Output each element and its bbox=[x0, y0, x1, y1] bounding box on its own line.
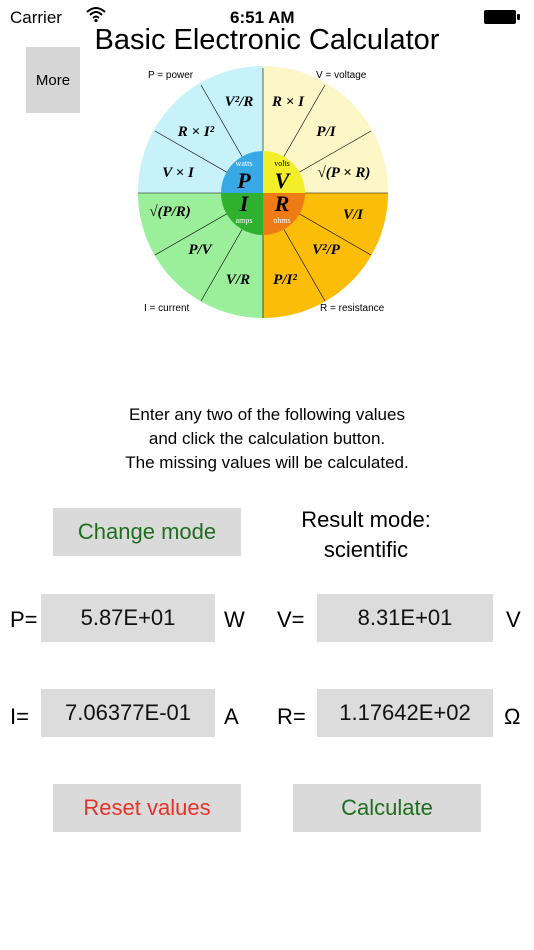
formula-r3: P/I² bbox=[273, 272, 297, 288]
formula-i3: √(P/R) bbox=[149, 204, 191, 220]
p-symbol: P bbox=[236, 168, 251, 193]
current-label: I= bbox=[10, 704, 29, 729]
watts-label: watts bbox=[236, 159, 253, 168]
result-mode-value: scientific bbox=[323, 537, 409, 562]
app-title: Basic Electronic Calculator bbox=[94, 24, 440, 56]
voltage-label: V= bbox=[277, 607, 305, 632]
ohms-law-wheel: watts P volts V I amps R ohms V²/R R × I… bbox=[137, 66, 406, 323]
v-symbol: V bbox=[275, 168, 292, 193]
formula-p1: V²/R bbox=[225, 94, 254, 110]
power-input[interactable] bbox=[41, 594, 215, 642]
more-button[interactable]: More bbox=[26, 47, 80, 113]
battery-icon bbox=[484, 10, 520, 24]
voltage-unit: V bbox=[506, 607, 521, 632]
resistance-corner-label: R = resistance bbox=[320, 303, 385, 314]
current-input[interactable] bbox=[41, 689, 215, 737]
voltage-input[interactable] bbox=[317, 594, 493, 642]
formula-i2: P/V bbox=[188, 242, 213, 258]
voltage-corner-label: V = voltage bbox=[316, 70, 367, 81]
ohms-label: ohms bbox=[273, 216, 290, 225]
current-unit: A bbox=[224, 704, 239, 729]
result-mode-label: Result mode: scientific bbox=[262, 505, 470, 565]
power-label: P= bbox=[10, 607, 38, 632]
resistance-label: R= bbox=[277, 704, 306, 729]
formula-v1: R × I bbox=[271, 94, 305, 110]
instruction-line-3: The missing values will be calculated. bbox=[125, 453, 409, 472]
volts-label: volts bbox=[274, 159, 290, 168]
calculate-button[interactable]: Calculate bbox=[293, 784, 481, 832]
result-mode-title: Result mode: bbox=[301, 507, 431, 532]
amps-label: amps bbox=[236, 216, 253, 225]
formula-r1: V/I bbox=[343, 207, 364, 223]
reset-button[interactable]: Reset values bbox=[53, 784, 241, 832]
formula-p3: V × I bbox=[162, 165, 195, 181]
current-corner-label: I = current bbox=[144, 303, 190, 314]
formula-v3: √(P × R) bbox=[318, 165, 371, 181]
power-corner-label: P = power bbox=[148, 70, 194, 81]
i-symbol: I bbox=[239, 191, 250, 216]
instruction-line-2: and click the calculation button. bbox=[148, 429, 386, 448]
formula-v2: P/I bbox=[316, 124, 336, 140]
resistance-input[interactable] bbox=[317, 689, 493, 737]
formula-r2: V²/P bbox=[312, 242, 341, 258]
change-mode-button[interactable]: Change mode bbox=[53, 508, 241, 556]
instructions: Enter any two of the following values an… bbox=[0, 403, 534, 475]
power-unit: W bbox=[224, 607, 245, 632]
formula-i1: V/R bbox=[226, 272, 250, 288]
instruction-line-1: Enter any two of the following values bbox=[129, 405, 405, 424]
r-symbol: R bbox=[274, 191, 290, 216]
formula-p2: R × I² bbox=[177, 124, 215, 140]
resistance-unit: Ω bbox=[504, 704, 521, 729]
